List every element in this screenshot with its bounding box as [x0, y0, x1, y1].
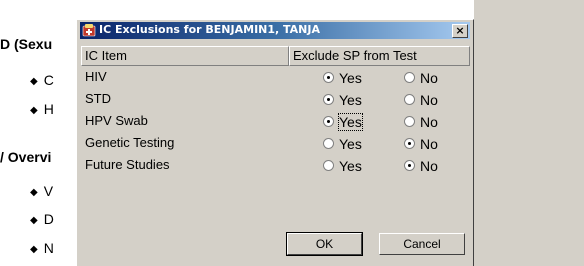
ic-exclusions-dialog: IC Exclusions for BENJAMIN1, TANJA × IC …: [76, 19, 474, 266]
ic-item-label: HIV: [85, 69, 107, 84]
radio-yes[interactable]: Yes: [323, 113, 363, 131]
radio-yes[interactable]: Yes: [323, 136, 362, 152]
bullet-icon: ◆: [30, 244, 38, 255]
radio-selected-icon: [323, 116, 334, 127]
table-row: Genetic Testing Yes No: [81, 132, 470, 154]
column-header-ic-item[interactable]: IC Item: [81, 46, 289, 66]
radio-yes[interactable]: Yes: [323, 92, 362, 108]
radio-no[interactable]: No: [404, 92, 438, 108]
radio-yes[interactable]: Yes: [323, 70, 362, 86]
close-button[interactable]: ×: [452, 24, 468, 38]
radio-selected-icon: [323, 94, 334, 105]
bullet-icon: ◆: [30, 215, 38, 226]
background-heading: / Overvi: [0, 149, 52, 165]
dialog-titlebar[interactable]: IC Exclusions for BENJAMIN1, TANJA ×: [80, 22, 470, 39]
ic-item-label: Future Studies: [85, 157, 170, 172]
radio-selected-icon: [404, 138, 415, 149]
ic-item-label: HPV Swab: [85, 113, 148, 128]
radio-empty-icon: [404, 72, 415, 83]
ic-item-label: Genetic Testing: [85, 135, 175, 150]
ic-item-label: STD: [85, 91, 111, 106]
radio-yes[interactable]: Yes: [323, 158, 362, 174]
radio-no[interactable]: No: [404, 70, 438, 86]
bullet-icon: ◆: [30, 76, 38, 87]
cancel-button[interactable]: Cancel: [379, 233, 465, 255]
background-bullet-item: ◆ C: [30, 72, 54, 88]
table-row: HPV Swab Yes No: [81, 110, 470, 132]
bullet-icon: ◆: [30, 105, 38, 116]
column-header-exclude[interactable]: Exclude SP from Test: [289, 46, 470, 66]
close-icon: ×: [455, 24, 465, 37]
radio-no[interactable]: No: [404, 114, 438, 130]
app-icon: [82, 24, 96, 37]
background-bullet-item: ◆ D: [30, 211, 54, 227]
dialog-title: IC Exclusions for BENJAMIN1, TANJA: [99, 23, 320, 36]
radio-no[interactable]: No: [404, 158, 438, 174]
radio-selected-icon: [404, 160, 415, 171]
table-row: STD Yes No: [81, 88, 470, 110]
background-bullet-item: ◆ N: [30, 240, 54, 256]
background-bullet-item: ◆ V: [30, 183, 54, 199]
radio-selected-icon: [323, 72, 334, 83]
radio-empty-icon: [404, 116, 415, 127]
radio-empty-icon: [323, 160, 334, 171]
background-bullet-item: ◆ H: [30, 101, 54, 117]
background-heading: D (Sexu: [0, 36, 53, 52]
background-left-column: D (Sexu ◆ C ◆ H / Overvi ◆ V ◆ D ◆ N: [0, 0, 82, 266]
radio-empty-icon: [404, 94, 415, 105]
radio-empty-icon: [323, 138, 334, 149]
bullet-icon: ◆: [30, 187, 38, 198]
ok-button[interactable]: OK: [287, 233, 362, 255]
radio-no[interactable]: No: [404, 136, 438, 152]
background-right-panel: [474, 0, 584, 266]
table-row: Future Studies Yes No: [81, 154, 470, 176]
table-row: HIV Yes No: [81, 66, 470, 88]
